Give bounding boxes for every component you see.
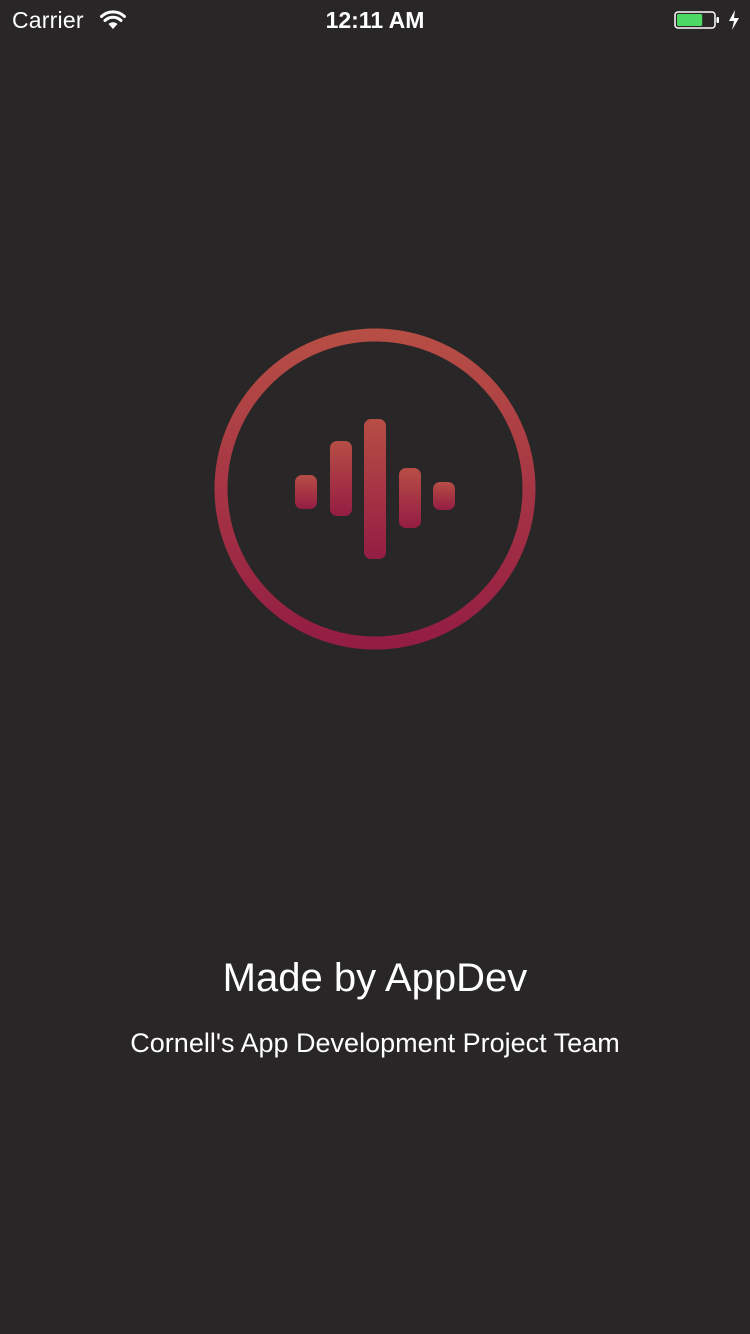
battery-icon [674,11,719,29]
status-time: 12:11 AM [325,7,425,33]
status-bar: Carrier 12:11 AM [0,0,750,40]
app-logo [214,328,536,650]
charging-bolt-icon [729,10,739,30]
audio-waveform-icon [295,419,455,559]
credits-subtitle: Cornell's App Development Project Team [130,1028,620,1058]
credits-title: Made by AppDev [222,956,528,1000]
splash-screen: Carrier 12:11 AM Made by AppDev Cornell'… [0,0,750,1334]
